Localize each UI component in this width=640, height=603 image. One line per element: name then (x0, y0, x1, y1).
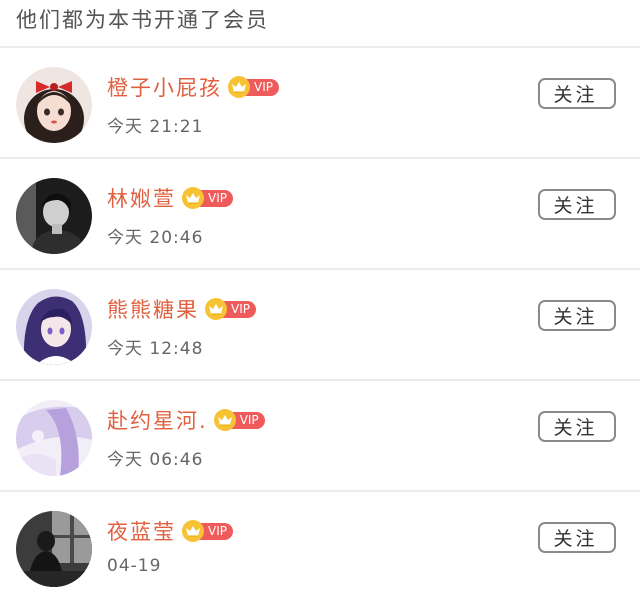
follow-button[interactable]: 关注 (538, 300, 616, 331)
join-time: 今天 12:48 (107, 339, 204, 359)
member-name-line: 林娰萱 VIP (107, 183, 233, 213)
avatar[interactable] (16, 511, 92, 587)
member-name-line: 熊熊糖果 VIP (107, 294, 256, 324)
avatar[interactable] (16, 178, 92, 254)
vip-badge: VIP (213, 409, 265, 431)
list-item[interactable]: 橙子小屁孩 VIP 今天 21:21 关注 (0, 48, 640, 159)
join-time: 今天 21:21 (107, 117, 204, 137)
vip-badge: VIP (182, 187, 233, 209)
member-name[interactable]: 橙子小屁孩 (107, 72, 222, 102)
vip-badge: VIP (205, 298, 256, 320)
join-time: 今天 20:46 (107, 228, 204, 248)
list-item[interactable]: 赴约星河. VIP 今天 06:46 关注 (0, 381, 640, 492)
follow-button[interactable]: 关注 (538, 411, 616, 442)
member-name-line: 橙子小屁孩 VIP (107, 72, 279, 102)
follow-button[interactable]: 关注 (538, 189, 616, 220)
avatar[interactable] (16, 289, 92, 365)
list-item[interactable]: 夜蓝莹 VIP 04-19 关注 (0, 492, 640, 603)
page-title: 他们都为本书开通了会员 (16, 8, 269, 32)
member-name[interactable]: 林娰萱 (107, 183, 176, 213)
list-item[interactable]: 熊熊糖果 VIP 今天 12:48 关注 (0, 270, 640, 381)
member-list: 橙子小屁孩 VIP 今天 21:21 关注 林娰萱 VIP 今天 20:46 关… (0, 48, 640, 603)
avatar[interactable] (16, 400, 92, 476)
avatar-anime-purple-hair-icon (16, 289, 92, 365)
crown-icon (205, 298, 227, 320)
join-time: 04-19 (107, 556, 162, 576)
page-header: 他们都为本书开通了会员 (0, 0, 640, 48)
vip-badge: VIP (182, 520, 233, 542)
avatar-lavender-soft-icon (16, 400, 92, 476)
list-item[interactable]: 林娰萱 VIP 今天 20:46 关注 (0, 159, 640, 270)
follow-button[interactable]: 关注 (538, 522, 616, 553)
member-name-line: 夜蓝莹 VIP (107, 516, 233, 546)
avatar[interactable] (16, 67, 92, 143)
avatar-grayscale-portrait-icon (16, 178, 92, 254)
crown-icon (182, 520, 204, 542)
avatar-window-silhouette-icon (16, 511, 92, 587)
join-time: 今天 06:46 (107, 450, 204, 470)
vip-badge: VIP (228, 76, 279, 98)
follow-button[interactable]: 关注 (538, 78, 616, 109)
avatar-girl-red-bow-icon (16, 67, 92, 143)
member-name[interactable]: 赴约星河. (107, 405, 208, 435)
member-name[interactable]: 熊熊糖果 (107, 294, 199, 324)
crown-icon (182, 187, 204, 209)
crown-icon (228, 76, 250, 98)
crown-icon (213, 409, 236, 431)
member-name[interactable]: 夜蓝莹 (107, 516, 176, 546)
member-name-line: 赴约星河. VIP (107, 405, 265, 435)
